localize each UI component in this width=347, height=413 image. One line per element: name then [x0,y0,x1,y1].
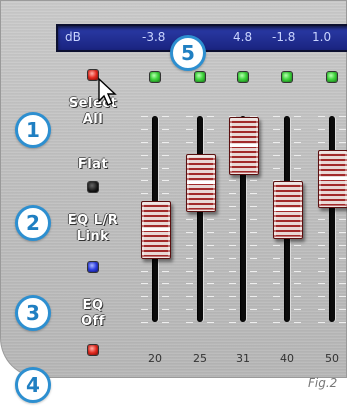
callout-2: 2 [15,205,51,241]
fader-knob-40[interactable] [273,180,303,239]
band-31-led[interactable] [238,72,248,82]
db-value-3: -1.8 [272,30,296,44]
fader-knob-31[interactable] [229,116,259,175]
band-25-led[interactable] [195,72,205,82]
callout-3: 3 [15,295,51,331]
fader-track-25[interactable] [197,116,203,322]
fader-track-50[interactable] [329,116,335,322]
eq-off-led-button[interactable] [88,345,98,355]
freq-label-40: 40 [280,352,294,365]
eq-link-led-button[interactable] [88,262,98,272]
callout-1: 1 [15,112,51,148]
freq-label-25: 25 [193,352,207,365]
fader-knob-50[interactable] [318,149,347,208]
callout-4: 4 [15,367,51,403]
db-unit-label: dB [65,30,81,44]
freq-label-31: 31 [236,352,250,365]
callout-5: 5 [170,35,206,71]
flat-label: Flat [77,157,109,172]
fader-knob-20[interactable] [141,201,171,260]
band-50-led[interactable] [327,72,337,82]
db-value-2: 4.8 [233,30,253,44]
band-40-led[interactable] [282,72,292,82]
freq-label-20: 20 [148,352,162,365]
db-value-1: -3.8 [142,30,166,44]
eq-off-label: EQ Off [81,298,105,329]
mouse-pointer-icon [98,77,117,106]
flat-led-button[interactable] [88,182,98,192]
freq-label-50: 50 [325,352,339,365]
band-20-led[interactable] [150,72,160,82]
figure-caption: Fig.2 [308,376,338,390]
db-value-4: 1.0 [312,30,332,44]
fader-knob-25[interactable] [186,153,216,212]
eq-link-label: EQ L/R Link [67,213,119,244]
